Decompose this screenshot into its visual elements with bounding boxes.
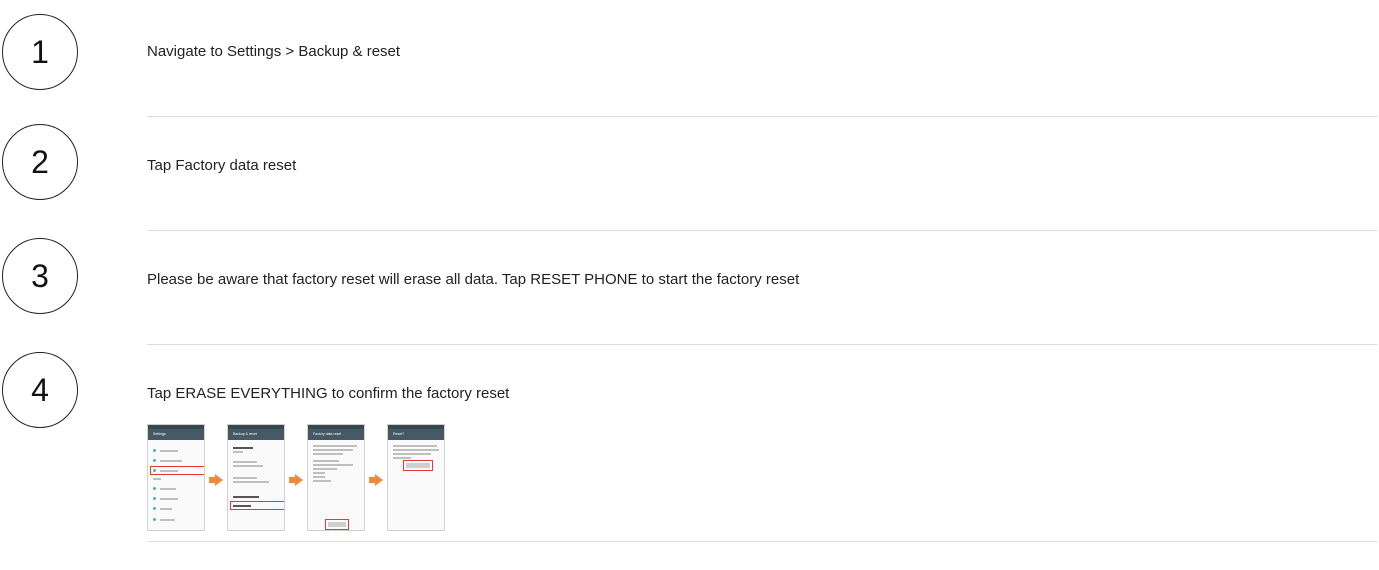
divider (147, 541, 1377, 542)
step-2-number: 2 (2, 124, 78, 200)
screenshot-title: Reset? (388, 429, 444, 440)
divider (147, 344, 1377, 345)
step-1-text: Navigate to Settings > Backup & reset (147, 43, 401, 60)
step-4-number: 4 (2, 352, 78, 428)
screenshot-title: Settings (148, 429, 204, 440)
step-1-number: 1 (2, 14, 78, 90)
screenshot-title: Backup & reset (228, 429, 284, 440)
step-4-screenshots: Settings Backup & reset Factory data res… (147, 424, 447, 532)
screenshot-settings: Settings (147, 424, 205, 531)
arrow-icon (369, 474, 383, 486)
screenshot-backup-reset: Backup & reset (227, 424, 285, 531)
step-3-text: Please be aware that factory reset will … (147, 271, 800, 288)
divider (147, 230, 1377, 231)
arrow-icon (209, 474, 223, 486)
step-2-text: Tap Factory data reset (147, 157, 297, 174)
step-3-number: 3 (2, 238, 78, 314)
divider (147, 116, 1377, 117)
screenshot-title: Factory data reset (308, 429, 364, 440)
screenshot-factory-data-reset: Factory data reset (307, 424, 365, 531)
step-4-text: Tap ERASE EVERYTHING to confirm the fact… (147, 385, 510, 402)
arrow-icon (289, 474, 303, 486)
screenshot-reset-confirm: Reset? (387, 424, 445, 531)
